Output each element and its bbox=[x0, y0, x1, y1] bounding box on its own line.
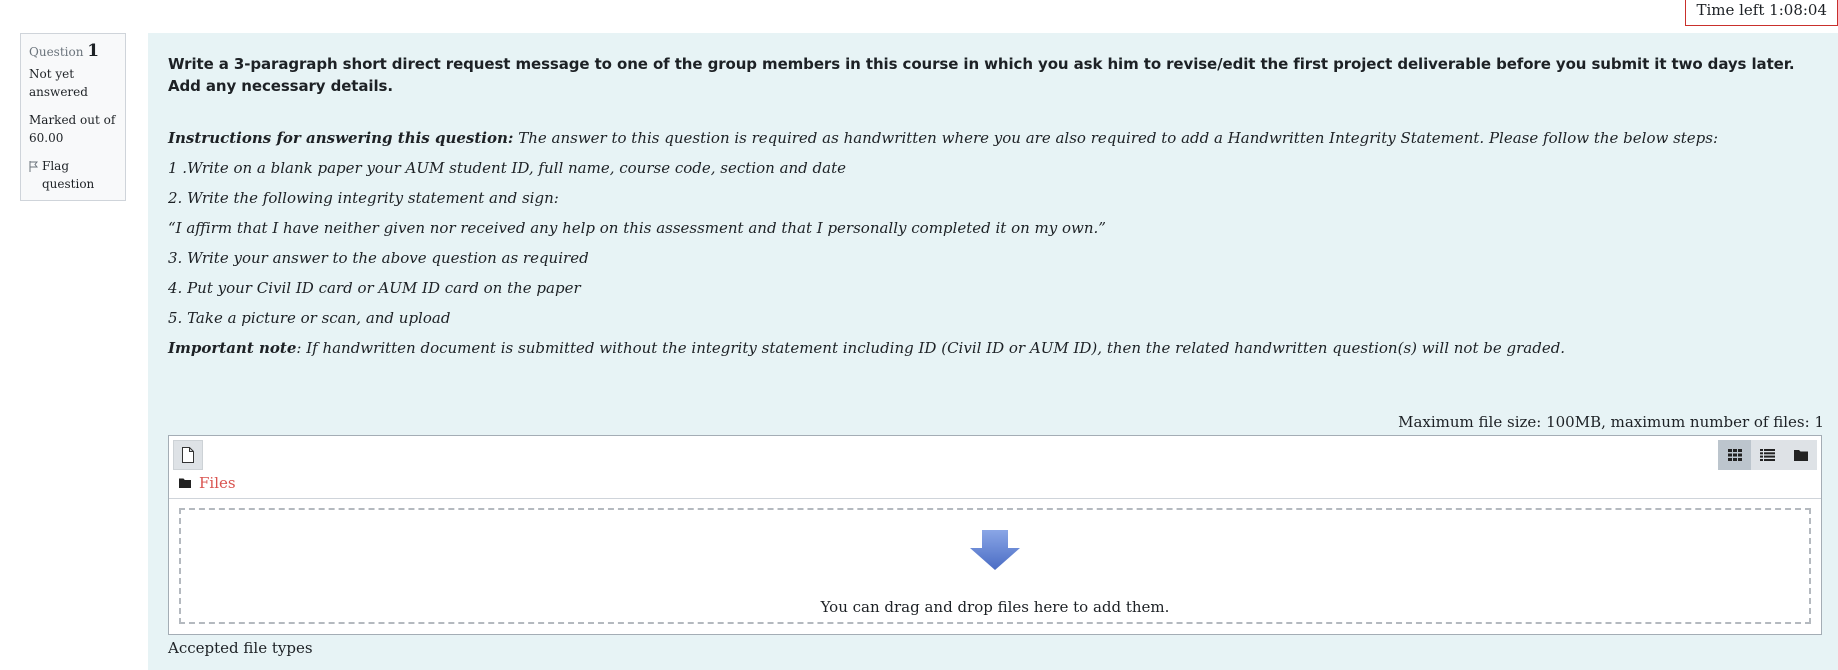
list-view-button[interactable] bbox=[1751, 440, 1784, 470]
step-item: 4. Put your Civil ID card or AUM ID card… bbox=[168, 279, 581, 297]
step-item: 1 .Write on a blank paper your AUM stude… bbox=[168, 159, 846, 177]
question-label: Question bbox=[29, 45, 84, 59]
view-mode-group bbox=[1718, 440, 1817, 470]
question-content: Write a 3-paragraph short direct request… bbox=[148, 33, 1838, 670]
file-manager: Files You can drag and drop files here t… bbox=[168, 435, 1822, 635]
important-note-label: Important note bbox=[168, 339, 297, 357]
question-number: Question 1 bbox=[29, 42, 117, 61]
tree-view-button[interactable] bbox=[1784, 440, 1817, 470]
grid-view-button[interactable] bbox=[1718, 440, 1751, 470]
file-drop-zone[interactable]: You can drag and drop files here to add … bbox=[179, 508, 1811, 624]
step-item: 5. Take a picture or scan, and upload bbox=[168, 309, 451, 327]
step-item: 3. Write your answer to the above questi… bbox=[168, 249, 589, 267]
question-number-value: 1 bbox=[87, 41, 100, 61]
file-add-icon bbox=[182, 447, 194, 463]
instructions-intro: Instructions for answering this question… bbox=[168, 123, 1818, 153]
timer: Time left 1:08:04 bbox=[1685, 0, 1838, 26]
timer-label: Time left bbox=[1696, 1, 1765, 19]
flag-icon bbox=[29, 161, 38, 172]
add-file-button[interactable] bbox=[173, 440, 203, 470]
question-state: Not yet answered bbox=[29, 67, 88, 99]
flag-question-label: Flag question bbox=[42, 159, 95, 191]
question-info-panel: Question 1 Not yet answered Marked out o… bbox=[20, 33, 126, 201]
important-note: Important note: If handwritten document … bbox=[168, 333, 1818, 363]
folder-icon bbox=[179, 478, 191, 488]
step-item: 2. Write the following integrity stateme… bbox=[168, 189, 559, 207]
drop-arrow-icon bbox=[970, 530, 1020, 570]
important-note-text: : If handwritten document is submitted w… bbox=[296, 339, 1566, 357]
list-view-icon bbox=[1760, 449, 1775, 461]
file-manager-divider bbox=[169, 498, 1821, 499]
instructions-text: The answer to this question is required … bbox=[513, 129, 1719, 147]
file-manager-path: Files bbox=[179, 474, 236, 492]
file-manager-toolbar bbox=[173, 440, 1817, 472]
drop-message: You can drag and drop files here to add … bbox=[820, 598, 1170, 616]
accepted-file-types: Accepted file types bbox=[168, 639, 313, 657]
step-item: “I affirm that I have neither given nor … bbox=[168, 219, 1106, 237]
max-file-size: Maximum file size: 100MB, maximum number… bbox=[1398, 413, 1824, 431]
instructions: Instructions for answering this question… bbox=[168, 123, 1818, 363]
timer-value: 1:08:04 bbox=[1769, 1, 1827, 19]
folder-tree-icon bbox=[1793, 450, 1808, 461]
question-grade: Marked out of 60.00 bbox=[29, 113, 116, 145]
files-path-link[interactable]: Files bbox=[199, 474, 236, 492]
question-text: Write a 3-paragraph short direct request… bbox=[168, 55, 1795, 95]
flag-question-link[interactable]: Flag question bbox=[29, 157, 117, 193]
instructions-label: Instructions for answering this question… bbox=[168, 129, 514, 147]
grid-view-icon bbox=[1727, 449, 1742, 461]
